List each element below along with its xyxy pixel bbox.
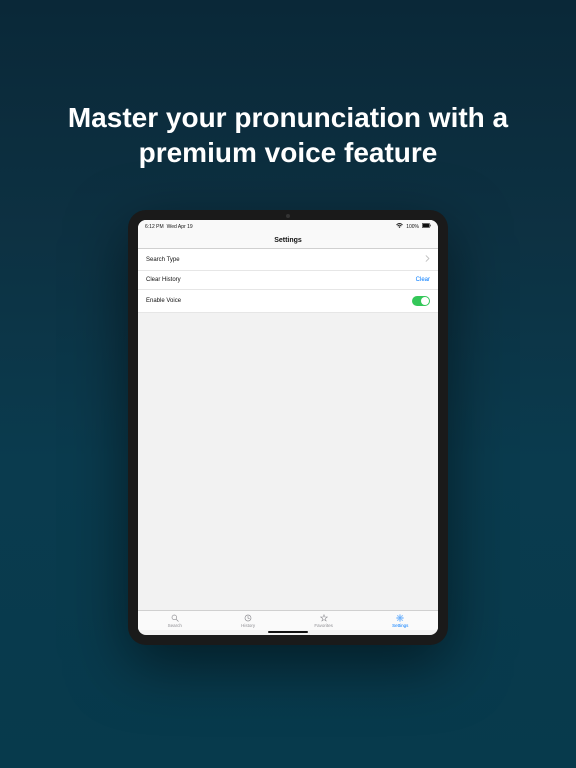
tab-settings[interactable]: Settings bbox=[392, 614, 408, 628]
tab-history-label: History bbox=[241, 623, 255, 628]
enable-voice-row: Enable Voice bbox=[138, 290, 438, 313]
tab-history[interactable]: History bbox=[241, 614, 255, 628]
tablet-screen: 6:12 PM Wed Apr 19 100% Settings Search … bbox=[138, 220, 438, 635]
status-date: Wed Apr 19 bbox=[167, 224, 193, 230]
star-icon bbox=[320, 614, 328, 622]
home-indicator[interactable] bbox=[268, 631, 308, 633]
gear-icon bbox=[396, 614, 404, 622]
content-spacer bbox=[138, 313, 438, 610]
tab-favorites[interactable]: Favorites bbox=[314, 614, 333, 628]
tab-settings-label: Settings bbox=[392, 623, 408, 628]
page-title: Settings bbox=[138, 233, 438, 249]
search-type-label: Search Type bbox=[146, 257, 180, 263]
tab-search-label: Search bbox=[168, 623, 182, 628]
enable-voice-label: Enable Voice bbox=[146, 298, 181, 304]
tablet-frame: 6:12 PM Wed Apr 19 100% Settings Search … bbox=[128, 210, 448, 645]
status-battery: 100% bbox=[406, 224, 419, 230]
clear-history-row: Clear History Clear bbox=[138, 271, 438, 290]
chevron-right-icon bbox=[425, 255, 430, 264]
status-time: 6:12 PM bbox=[145, 224, 164, 230]
tab-search[interactable]: Search bbox=[168, 614, 182, 628]
search-type-row[interactable]: Search Type bbox=[138, 249, 438, 271]
battery-icon bbox=[422, 223, 431, 230]
clear-button[interactable]: Clear bbox=[416, 277, 430, 283]
clear-history-label: Clear History bbox=[146, 277, 181, 283]
history-icon bbox=[244, 614, 252, 622]
wifi-icon bbox=[396, 223, 403, 230]
status-bar: 6:12 PM Wed Apr 19 100% bbox=[138, 220, 438, 233]
search-icon bbox=[171, 614, 179, 622]
settings-list: Search Type Clear History Clear Enable V… bbox=[138, 249, 438, 313]
tab-favorites-label: Favorites bbox=[314, 623, 333, 628]
tab-bar: Search History Favorites Settings bbox=[138, 610, 438, 630]
promo-headline: Master your pronunciation with a premium… bbox=[0, 0, 576, 170]
camera-notch bbox=[286, 214, 290, 218]
enable-voice-toggle[interactable] bbox=[412, 296, 430, 306]
